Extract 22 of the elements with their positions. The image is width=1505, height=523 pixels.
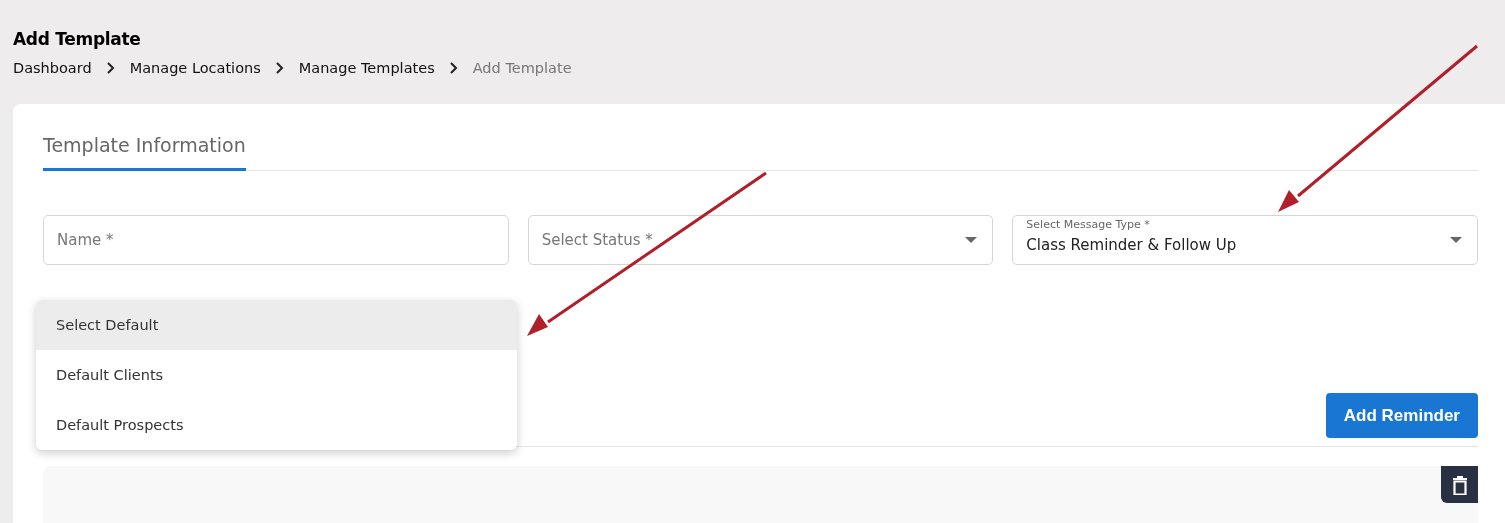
field-value: Class Reminder & Follow Up (1026, 235, 1238, 254)
select-field[interactable]: Select Status * (527, 215, 994, 265)
dropdown-caret-icon (964, 236, 979, 244)
chevron-icon (448, 62, 459, 74)
trash-icon (1451, 474, 1468, 495)
chevron-icon (274, 62, 285, 74)
dropdown-caret-icon (1449, 236, 1463, 244)
delete-button[interactable] (1441, 466, 1478, 503)
tab[interactable]: Template Information (43, 130, 246, 171)
menu-item[interactable]: Default Clients (36, 350, 517, 400)
field-placeholder: Select Status * (541, 231, 654, 249)
page-title: Add Template (13, 29, 142, 49)
select-field[interactable]: Select Message Type * Class Reminder & Follow Up (1012, 215, 1478, 265)
menu-item[interactable]: Select Default (36, 300, 517, 350)
breadcrumb-link[interactable]: Manage Locations (129, 60, 261, 76)
menu-item[interactable]: Default Prospects (36, 400, 517, 450)
breadcrumb-link[interactable]: Manage Templates (298, 60, 435, 76)
add-reminder-button[interactable]: Add Reminder (1325, 393, 1478, 438)
input-field[interactable]: Name * (43, 215, 509, 265)
field-placeholder: Name * (57, 231, 115, 249)
breadcrumb-link[interactable]: Dashboard (13, 60, 92, 76)
chevron-icon (105, 62, 116, 74)
